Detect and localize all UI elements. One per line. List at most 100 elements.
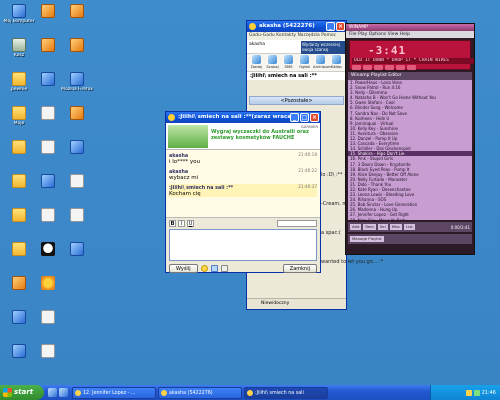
- message-input[interactable]: [169, 229, 317, 261]
- tray-icon[interactable]: [465, 389, 472, 396]
- status-ad-banner[interactable]: Wydarzy wczesniej swoja szansę: [301, 41, 345, 54]
- quick-launch-icon[interactable]: [59, 388, 68, 397]
- desktop-icon[interactable]: [60, 140, 94, 155]
- close-chat-button[interactable]: Zamknij: [282, 263, 317, 273]
- chat-window[interactable]: :Jiiihi\ smiech na sali :**(zaraz wracam…: [165, 111, 321, 273]
- desktop-icon[interactable]: [60, 38, 94, 53]
- winamp-display: -3:41 OLD IT DOWN * DROP IT * CHAIN WIRE…: [349, 40, 474, 70]
- tool-icon: [332, 55, 341, 64]
- next-button[interactable]: [396, 65, 405, 70]
- gadu-toolbar: Dodaj Szukaj SMS Ogłoś Archiwum Sklep: [247, 54, 346, 72]
- group-header-pozostale[interactable]: <Pozostałe>: [249, 96, 344, 105]
- prev-button[interactable]: [352, 65, 361, 70]
- app-icon: [12, 344, 26, 358]
- app-icon: [70, 72, 84, 86]
- folder-icon: [12, 106, 26, 120]
- panda-icon: [41, 242, 55, 256]
- gadu-status-footer[interactable]: Niewidoczny: [247, 298, 346, 309]
- desktop-icon-label: Moje: [13, 121, 25, 126]
- playlist-rem-button[interactable]: Rem: [363, 224, 376, 230]
- file-icon[interactable]: [220, 264, 228, 272]
- play-button[interactable]: [363, 65, 372, 70]
- picture-icon[interactable]: [210, 264, 218, 272]
- desktop-icon[interactable]: Mozilla Firefox: [60, 72, 94, 92]
- orange-icon: [12, 276, 26, 290]
- gadu-main-titlebar[interactable]: akasha (5422276) _ ×: [247, 21, 346, 32]
- chat-footer: Wyślij Zamknij: [166, 262, 320, 274]
- folder-icon: [12, 140, 26, 154]
- tool-button[interactable]: Sklep: [329, 55, 344, 70]
- underline-button[interactable]: U: [187, 219, 194, 227]
- playlist-list-button[interactable]: List: [404, 224, 415, 230]
- message-time: 21:46:22: [298, 168, 317, 173]
- playlist-track[interactable]: 28. Nina Sky - Move Ya Body: [348, 218, 472, 220]
- font-select[interactable]: [277, 219, 317, 227]
- file-icon: [41, 140, 55, 154]
- maximize-button[interactable]: □: [300, 113, 309, 122]
- desktop-icon[interactable]: [60, 208, 94, 223]
- desktop-icon[interactable]: [31, 276, 65, 291]
- tool-button[interactable]: Archiwum: [313, 55, 332, 70]
- playlist-sel-button[interactable]: Sel: [377, 224, 388, 230]
- emoticon-icon[interactable]: [200, 264, 208, 272]
- chat-ad-banner[interactable]: Wygraj wyczaczki do Australii oraz zesta…: [166, 123, 320, 150]
- close-button[interactable]: ×: [310, 113, 319, 122]
- tool-icon: [268, 55, 277, 64]
- minimize-button[interactable]: _: [290, 113, 299, 122]
- send-button[interactable]: Wyślij: [169, 263, 198, 273]
- file-icon: [41, 310, 55, 324]
- desktop-icon-label: pewnie: [10, 87, 28, 92]
- taskbar-button[interactable]: :Jiiihi\ smiech na sali: [244, 386, 328, 399]
- tool-button[interactable]: Szukaj: [265, 55, 280, 70]
- winamp-player[interactable]: WINAMP File Play Options View Help -3:41…: [345, 23, 475, 255]
- desktop-icon[interactable]: [60, 106, 94, 121]
- taskbar: start 12. Jennifer Lopez - ... akasha (54…: [0, 385, 500, 400]
- clock[interactable]: 21:46: [482, 390, 496, 396]
- gadu-status-bar[interactable]: akasha Wydarzy wczesniej swoja szansę: [247, 40, 346, 54]
- gadu-sun-icon: [168, 114, 175, 121]
- sun-icon: [41, 276, 55, 290]
- manage-playlist-button[interactable]: Manage Playlist: [350, 236, 384, 242]
- playlist-add-button[interactable]: Add: [350, 224, 362, 230]
- tool-label: Szukaj: [266, 64, 279, 69]
- playlist-header[interactable]: Winamp Playlist Editor: [348, 72, 472, 80]
- desktop-icon[interactable]: [60, 4, 94, 19]
- winamp-titlebar[interactable]: WINAMP: [346, 24, 474, 31]
- message-text: Kocham cię: [169, 191, 201, 197]
- playlist-misc-button[interactable]: Misc: [389, 224, 403, 230]
- chat-message: 21:46:22 akasha wybacz mi: [169, 168, 317, 181]
- gadu-main-menu[interactable]: Gadu-Gadu Kontakty Narzędzia Pomoc: [247, 32, 346, 40]
- close-button[interactable]: ×: [336, 22, 345, 31]
- eject-button[interactable]: [407, 65, 416, 70]
- tray-icon[interactable]: [473, 389, 480, 396]
- winamp-menu[interactable]: File Play Options View Help: [346, 31, 474, 38]
- bold-button[interactable]: B: [169, 219, 176, 227]
- italic-button[interactable]: I: [178, 219, 185, 227]
- chat-log[interactable]: 21:46:18 akasha i lo**** you 21:46:22 akasha…: [166, 150, 320, 218]
- quick-launch: [44, 388, 72, 397]
- chat-titlebar[interactable]: :Jiiihi\ smiech na sali :**(zaraz wracam…: [166, 112, 320, 123]
- orange-icon: [70, 106, 84, 120]
- active-contact[interactable]: :Jiiihi\ smiech na sali :**: [247, 72, 346, 80]
- desktop-icon[interactable]: [60, 174, 94, 189]
- playlist[interactable]: 1. PowerHaus - Lova Vena 2. Snow Patrol -…: [348, 80, 472, 220]
- tool-button[interactable]: Dodaj: [249, 55, 264, 70]
- minimize-button[interactable]: _: [326, 22, 335, 31]
- ad-brand: GARNIER: [300, 124, 318, 129]
- folder-icon: [12, 174, 26, 188]
- taskbar-button[interactable]: 12. Jennifer Lopez - ...: [72, 386, 156, 399]
- taskbar-button[interactable]: akasha (5422276): [158, 386, 242, 399]
- app-icon: [70, 140, 84, 154]
- desktop-icon[interactable]: [60, 242, 94, 257]
- start-button[interactable]: start: [0, 385, 44, 400]
- desktop-icon[interactable]: [31, 310, 65, 325]
- pause-button[interactable]: [374, 65, 383, 70]
- quick-launch-icon[interactable]: [48, 388, 57, 397]
- tool-button[interactable]: Ogłoś: [297, 55, 312, 70]
- winamp-time[interactable]: -3:41: [368, 44, 406, 57]
- stop-button[interactable]: [385, 65, 394, 70]
- tool-button[interactable]: SMS: [281, 55, 296, 70]
- ad-text[interactable]: Wygraj wyczaczki do Australii oraz zesta…: [211, 129, 319, 141]
- desktop-icon[interactable]: [31, 344, 65, 359]
- app-icon: [41, 72, 55, 86]
